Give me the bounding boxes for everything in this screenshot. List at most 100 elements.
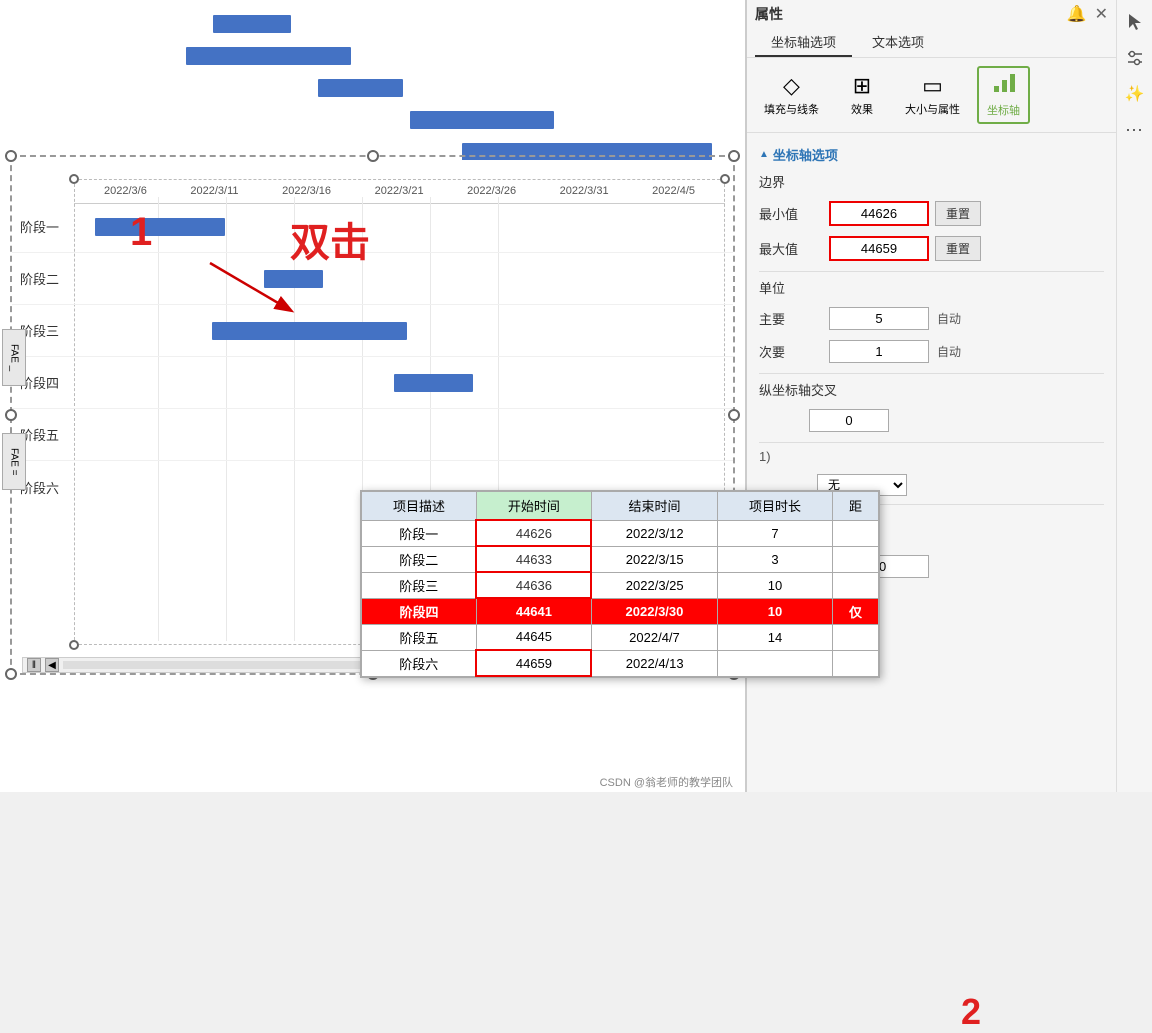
col-header-desc: 项目描述: [362, 492, 477, 521]
watermark: CSDN @翁老师的教学团队: [600, 774, 733, 790]
table-row: 阶段三 44636 2022/3/25 10: [362, 572, 879, 598]
cell-start-4: 44641: [476, 598, 591, 624]
effects-label: 效果: [851, 101, 873, 117]
panel-content: ▲ 坐标轴选项 边界 最小值 重置 3 最大值 重置: [747, 133, 1116, 792]
far-right-bar: ✨ ⋯: [1116, 0, 1152, 792]
gantt-bar-area-3: [82, 320, 733, 342]
cell-dist-4: 仅: [833, 598, 879, 624]
divider-3: [759, 442, 1104, 443]
gantt-bar-area-2: [82, 268, 733, 290]
cell-dur-5: 14: [718, 624, 833, 650]
cell-end-5: 2022/4/7: [591, 624, 717, 650]
handle-tm[interactable]: [367, 150, 379, 162]
tab-axis-options[interactable]: 坐标轴选项: [755, 28, 852, 57]
triangle-icon: ▲: [759, 149, 769, 160]
unit-row: 单位: [759, 278, 1104, 297]
cell-dur-2: 3: [718, 546, 833, 572]
close-icon[interactable]: ✕: [1095, 4, 1108, 24]
more-options-icon[interactable]: ⋯: [1121, 116, 1149, 144]
minor-input[interactable]: [829, 340, 929, 363]
format-axis-icon[interactable]: 坐标轴: [977, 66, 1030, 124]
handle-tl[interactable]: [5, 150, 17, 162]
min-input[interactable]: [829, 201, 929, 226]
axis-shape-icon: [992, 72, 1016, 100]
handle-bl[interactable]: [5, 668, 17, 680]
max-label: 最大值: [759, 239, 829, 258]
table-row: 阶段二 44633 2022/3/15 3: [362, 546, 879, 572]
cell-start-3: 44636: [476, 572, 591, 598]
cross-label: 纵坐标轴交叉: [759, 380, 859, 399]
cell-start-2: 44633: [476, 546, 591, 572]
format-fill-icon[interactable]: ◇ 填充与线条: [755, 68, 828, 122]
cell-dur-6: [718, 650, 833, 676]
cell-dist-3: [833, 572, 879, 598]
cell-desc-2: 阶段二: [362, 546, 477, 572]
scroll-btn-pause[interactable]: ‖: [27, 658, 41, 672]
cell-dist-2: [833, 546, 879, 572]
paren-label: 1): [759, 449, 771, 464]
cell-desc-6: 阶段六: [362, 650, 477, 676]
cross-row: 纵坐标轴交叉: [759, 380, 1104, 399]
min-reset-btn[interactable]: 重置: [935, 201, 981, 226]
cell-desc-4: 阶段四: [362, 598, 477, 624]
gantt-bar-3: [212, 322, 407, 340]
arrow-indicator: [190, 255, 320, 320]
effects-shape-icon: ⊞: [853, 73, 871, 99]
cell-dist-6: [833, 650, 879, 676]
inner-handle-bl[interactable]: [69, 640, 79, 650]
fill-shape-icon: ◇: [783, 73, 800, 99]
axis-label: 坐标轴: [987, 102, 1020, 118]
data-table-overlay: 2 项目描述 开始时间 结束时间 项目时长 距 阶段一 44626 202: [360, 490, 880, 678]
pointer-icon[interactable]: [1121, 8, 1149, 36]
cross-value-row: [759, 409, 1104, 432]
gantt-bar-1: [95, 218, 225, 236]
scroll-btn-left[interactable]: ◀: [45, 658, 59, 672]
handle-tr[interactable]: [728, 150, 740, 162]
bell-icon[interactable]: 🔔: [1067, 4, 1087, 24]
section-axis-header: ▲ 坐标轴选项: [759, 145, 1104, 164]
col-header-dist: 距: [833, 492, 879, 521]
major-auto: 自动: [937, 310, 961, 327]
table-row: 阶段五 44645 2022/4/7 14: [362, 624, 879, 650]
gantt-row-4: 阶段四: [12, 357, 733, 409]
major-input[interactable]: [829, 307, 929, 330]
cell-start-6: 44659: [476, 650, 591, 676]
cell-dist-5: [833, 624, 879, 650]
gantt-row-5: 阶段五: [12, 409, 733, 461]
cell-end-3: 2022/3/25: [591, 572, 717, 598]
cross-input[interactable]: [809, 409, 889, 432]
format-icons-row: ◇ 填充与线条 ⊞ 效果 ▭ 大小与属性: [747, 58, 1116, 133]
fill-label: 填充与线条: [764, 101, 819, 117]
panel-tabs: 坐标轴选项 文本选项: [755, 28, 1108, 57]
annotation-2: 2: [961, 991, 981, 1033]
fae-label-top: FAE _: [2, 329, 26, 386]
boundary-row: 边界: [759, 172, 1104, 191]
format-size-icon[interactable]: ▭ 大小与属性: [896, 68, 969, 122]
major-row: 主要 自动: [759, 307, 1104, 330]
paren-row: 1): [759, 449, 1104, 464]
cell-end-4: 2022/3/30: [591, 598, 717, 624]
col-header-duration: 项目时长: [718, 492, 833, 521]
max-value-row: 最大值 重置 4: [759, 236, 1104, 261]
cell-desc-1: 阶段一: [362, 520, 477, 546]
data-table: 项目描述 开始时间 结束时间 项目时长 距 阶段一 44626 2022/3/1…: [361, 491, 879, 677]
gantt-bar-area-4: [82, 372, 733, 394]
cell-end-6: 2022/4/13: [591, 650, 717, 676]
cell-dist-1: [833, 520, 879, 546]
major-label: 主要: [759, 309, 829, 328]
fae-label-bottom: FAE =: [2, 433, 26, 490]
minor-auto: 自动: [937, 343, 961, 360]
cell-start-1: 44626: [476, 520, 591, 546]
cell-end-2: 2022/3/15: [591, 546, 717, 572]
max-input[interactable]: [829, 236, 929, 261]
magic-icon[interactable]: ✨: [1121, 80, 1149, 108]
table-row: 阶段一 44626 2022/3/12 7: [362, 520, 879, 546]
cell-desc-3: 阶段三: [362, 572, 477, 598]
annotation-1: 1: [130, 210, 152, 255]
settings-icon[interactable]: [1121, 44, 1149, 72]
tab-text-options[interactable]: 文本选项: [856, 28, 940, 57]
cell-end-1: 2022/3/12: [591, 520, 717, 546]
format-effects-icon[interactable]: ⊞ 效果: [836, 68, 888, 122]
cell-desc-5: 阶段五: [362, 624, 477, 650]
max-reset-btn[interactable]: 重置: [935, 236, 981, 261]
